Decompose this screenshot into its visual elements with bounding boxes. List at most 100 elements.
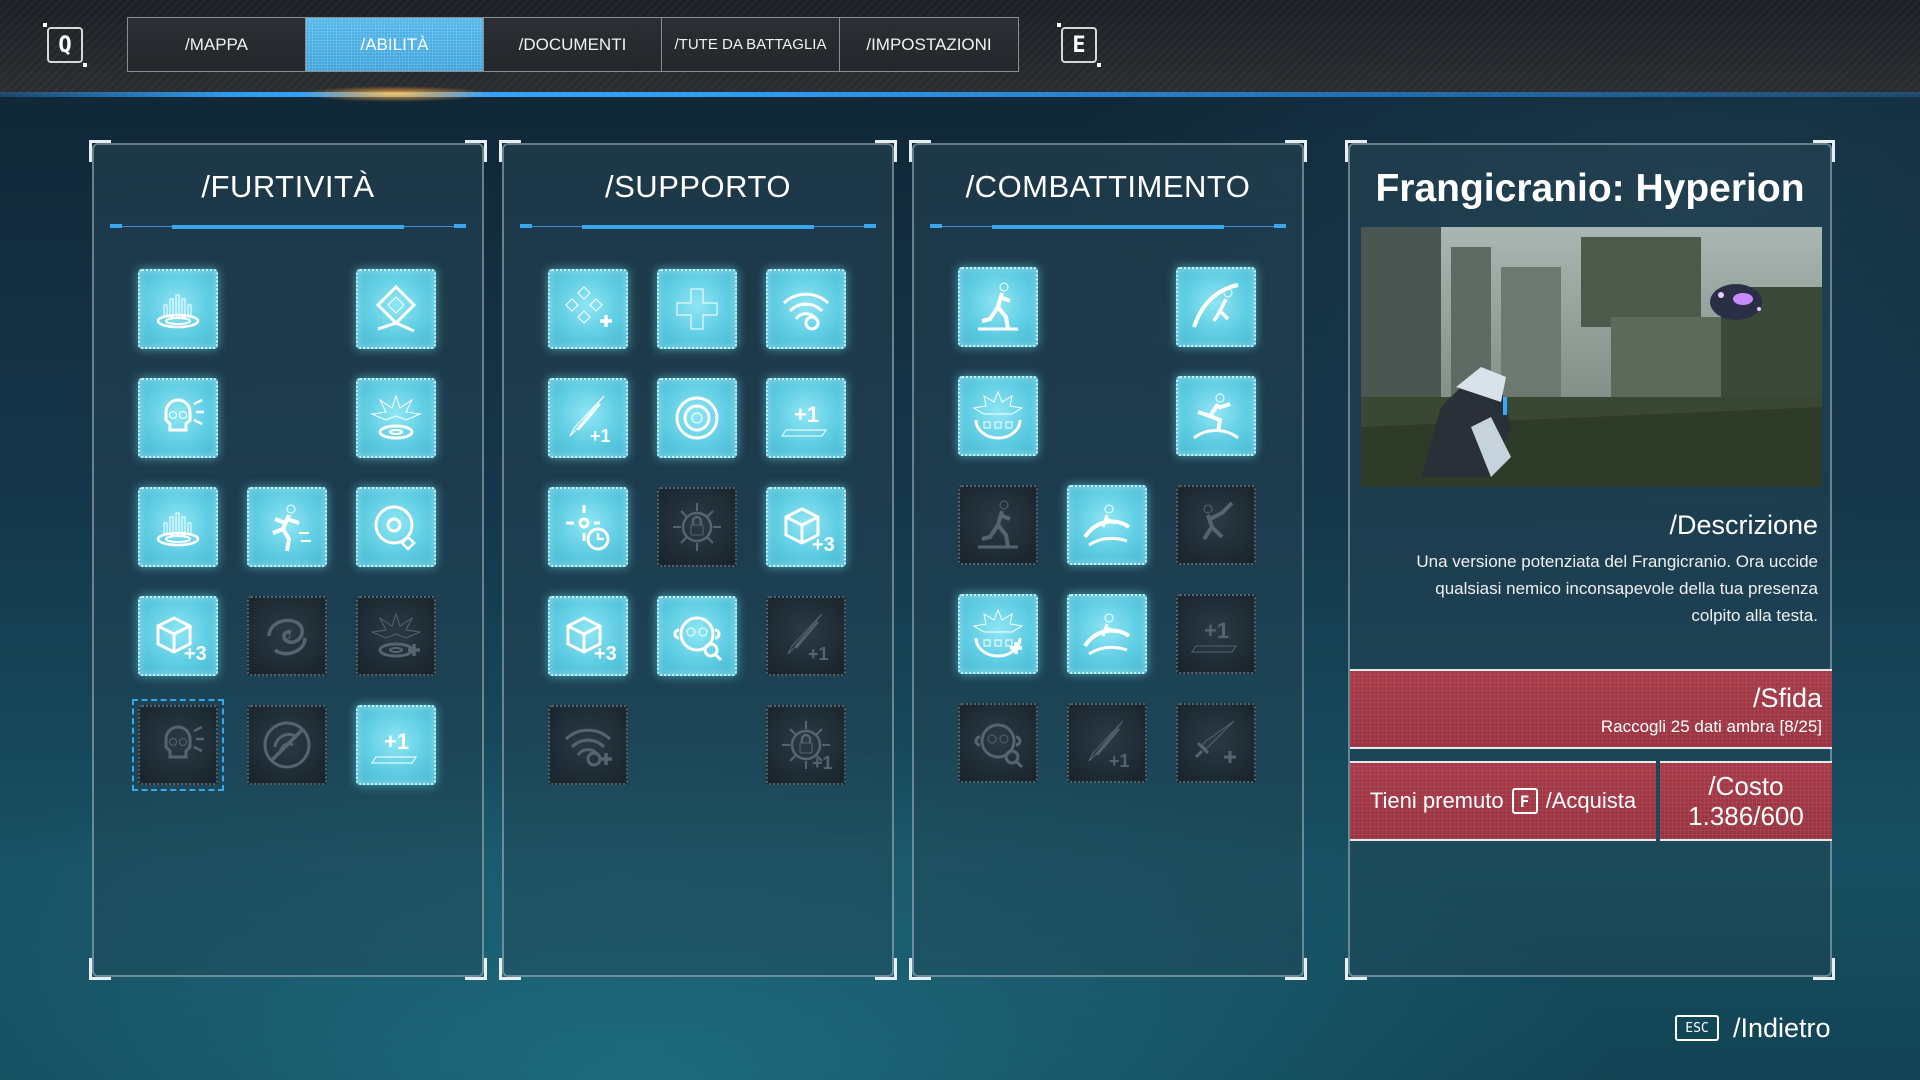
skill-node-cube-plus-three[interactable]: +3	[766, 487, 846, 567]
crosshair-clock-icon	[560, 499, 616, 555]
skill-title: Frangicranio: Hyperion	[1375, 167, 1805, 210]
title-divider	[110, 224, 466, 229]
challenge-box: /Sfida Raccogli 25 dati ambra [8/25]	[1350, 669, 1832, 749]
skill-node-target-rings[interactable]	[657, 378, 737, 458]
skill-node-slash-runner[interactable]	[1176, 267, 1256, 347]
back-button[interactable]: ESC /Indietro	[1675, 1006, 1831, 1050]
diamond-path-icon	[368, 281, 424, 337]
skill-node-fountain-arrow[interactable]	[138, 487, 218, 567]
cube-plus-three-icon: +3	[778, 499, 834, 555]
description-text: Una versione potenziata del Frangicranio…	[1416, 552, 1818, 625]
back-label: /Indietro	[1733, 1012, 1831, 1043]
skill-node-explosion-disc-plus[interactable]	[356, 596, 436, 676]
skill-node-takedown-runner[interactable]	[247, 487, 327, 567]
blade-plus-one-icon: +1	[560, 390, 611, 446]
tab-abilita[interactable]: /ABILITÀ	[306, 18, 484, 71]
skill-node-cube-plus-three-2[interactable]: +3	[548, 596, 628, 676]
node-badge: +3	[184, 643, 206, 664]
wave-crest-icon	[1079, 606, 1135, 662]
skill-node-plus-one-bar[interactable]: +1	[356, 705, 436, 785]
skill-node-burst-orbs[interactable]	[958, 376, 1038, 456]
tab-mappa[interactable]: /MAPPA	[128, 18, 306, 71]
dash-runner-icon	[970, 497, 1026, 553]
cube-plus-three-icon: +3	[560, 608, 616, 664]
skill-node-grapple[interactable]	[1176, 485, 1256, 565]
skill-node-plus-one-bar-locked[interactable]: +1	[1176, 594, 1256, 674]
skill-node-lock-circuit[interactable]	[657, 487, 737, 567]
wave-slash-icon	[1079, 497, 1135, 553]
grapple-icon	[1188, 497, 1244, 553]
skill-node-skull-burst-selected[interactable]	[132, 699, 224, 791]
skill-node-wave-slash[interactable]	[1067, 485, 1147, 565]
skill-node-monkey-search[interactable]	[657, 596, 737, 676]
plus-one-bar-icon: +1	[1188, 618, 1244, 662]
active-tab-glow	[300, 86, 490, 102]
skill-node-monkey-gear[interactable]	[958, 703, 1038, 783]
node-badge: +1	[812, 753, 833, 773]
skill-node-diamond-path[interactable]	[356, 269, 436, 349]
skill-node-crosshair-clock[interactable]	[548, 487, 628, 567]
prev-tab-key[interactable]: Q	[43, 23, 87, 67]
tab-impostazioni[interactable]: /IMPOSTAZIONI	[840, 18, 1018, 71]
skill-node-sword-plus[interactable]	[1176, 703, 1256, 783]
node-badge: +1	[1109, 751, 1130, 771]
fountain-arrow-icon	[150, 499, 206, 555]
explosion-disc-plus-icon	[368, 608, 424, 664]
leap-strike-icon	[1188, 388, 1244, 444]
skill-node-blade-plus-one[interactable]: +1	[548, 378, 628, 458]
skill-node-cube-plus-three[interactable]: +3	[138, 596, 218, 676]
skill-node-explosion-disc[interactable]	[356, 378, 436, 458]
panel-combattimento: /COMBATTIMENTO +1 +1	[909, 140, 1307, 980]
skill-node-plus-cross[interactable]	[657, 269, 737, 349]
challenge-text: Raccogli 25 dati ambra [8/25]	[1600, 717, 1822, 736]
skill-node-skull-burst[interactable]	[138, 378, 218, 458]
skill-node-diamond-cluster[interactable]	[548, 269, 628, 349]
purchase-action: /Acquista	[1545, 788, 1637, 813]
skill-node-swirl[interactable]	[247, 596, 327, 676]
cost-box: /Costo 1.386/600	[1660, 761, 1832, 841]
node-badge: +3	[812, 534, 834, 555]
disc-gear-icon	[368, 499, 424, 555]
skill-node-wifi-plus[interactable]	[548, 705, 628, 785]
tab-documenti[interactable]: /DOCUMENTI	[484, 18, 662, 71]
skill-detail-panel: Frangicranio: Hyperion /Descrizione Una …	[1345, 140, 1835, 980]
lock-circuit-plus-icon: +1	[778, 717, 833, 773]
takedown-runner-icon	[259, 499, 315, 555]
description-heading: /Descrizione	[1669, 510, 1818, 540]
panel-supporto: /SUPPORTO +1 +1 +3 +3 +1 +1	[499, 140, 897, 980]
node-badge: +1	[1204, 618, 1229, 643]
top-bar-accent-line	[0, 92, 1920, 97]
next-tab-key[interactable]: E	[1057, 23, 1101, 67]
skill-node-dash-runner[interactable]	[958, 485, 1038, 565]
skill-node-fountain[interactable]	[138, 269, 218, 349]
cost-value: 1.386/600	[1688, 801, 1804, 831]
explosion-disc-icon	[368, 390, 424, 446]
wifi-plus-icon	[560, 717, 616, 773]
panel-furtivita: /FURTIVITÀ +3 +1	[89, 140, 487, 980]
cost-heading: /Costo	[1708, 771, 1784, 801]
skill-preview-image	[1361, 227, 1822, 487]
category-title: /COMBATTIMENTO	[965, 169, 1251, 204]
category-title: /FURTIVITÀ	[201, 169, 375, 204]
diamond-cluster-plus-icon	[560, 281, 616, 337]
skill-node-wave-crest[interactable]	[1067, 594, 1147, 674]
skill-node-blade-plus-one[interactable]: +1	[1067, 703, 1147, 783]
purchase-button[interactable]: Tieni premuto F /Acquista	[1350, 761, 1656, 841]
skill-node-plus-one-bar[interactable]: +1	[766, 378, 846, 458]
skill-node-leap-strike[interactable]	[1176, 376, 1256, 456]
skill-node-disc-gear[interactable]	[356, 487, 436, 567]
skill-node-burst-orbs-plus[interactable]	[958, 594, 1038, 674]
fountain-icon	[150, 281, 206, 337]
category-title: /SUPPORTO	[605, 169, 791, 204]
main-tabs: /MAPPA /ABILITÀ /DOCUMENTI /TUTE DA BATT…	[127, 17, 1019, 72]
skill-node-wifi-orb[interactable]	[766, 269, 846, 349]
skull-burst-icon	[150, 717, 206, 773]
skill-node-no-signal[interactable]	[247, 705, 327, 785]
skill-node-lock-circuit-plus[interactable]: +1	[766, 705, 846, 785]
purchase-prefix: Tieni premuto	[1369, 788, 1504, 813]
tab-tute-da-battaglia[interactable]: /TUTE DA BATTAGLIA	[662, 18, 840, 71]
skill-node-dash-kick[interactable]	[958, 267, 1038, 347]
monkey-search-icon	[669, 608, 725, 664]
monkey-gear-icon	[970, 715, 1026, 771]
skill-node-blade-plus-one-locked[interactable]: +1	[766, 596, 846, 676]
